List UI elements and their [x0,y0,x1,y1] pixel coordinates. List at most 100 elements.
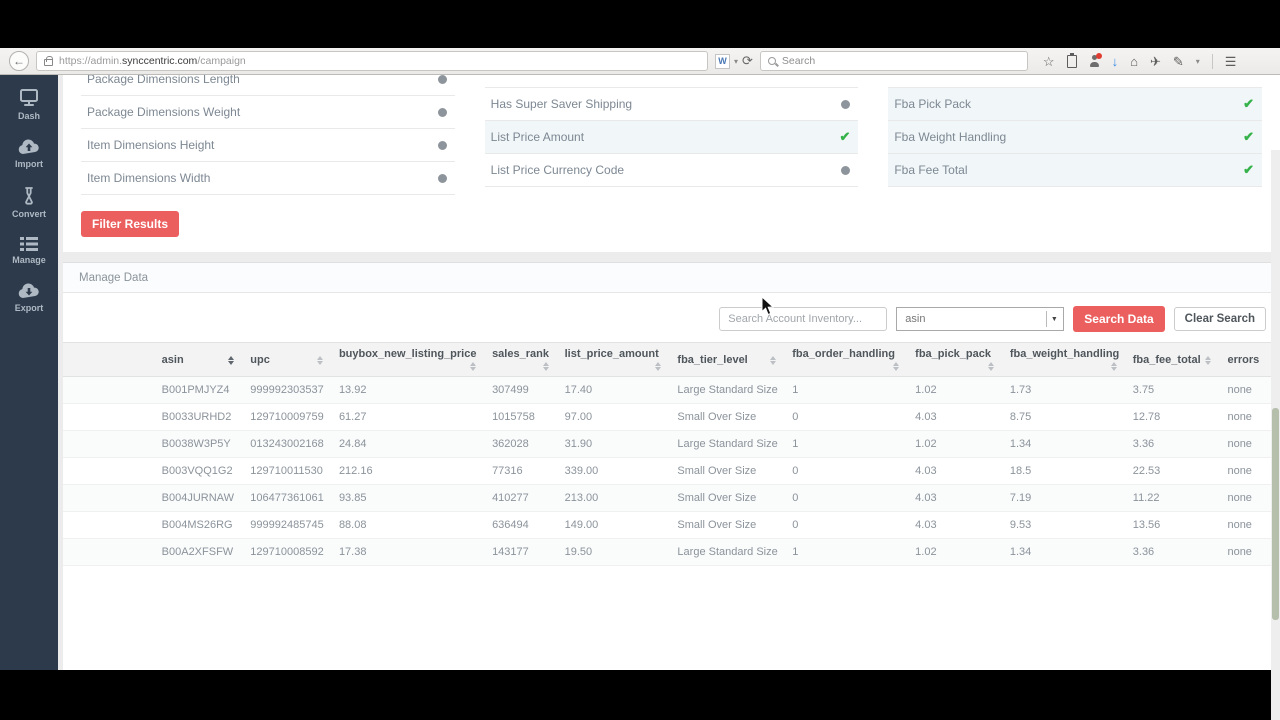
page-scrollbar[interactable] [1271,150,1280,720]
check-icon: ✔ [1243,96,1255,111]
table-row[interactable]: B003VQQ1G2 129710011530 212.16 77316 339.00 S… [63,457,1280,485]
table-head: asin upc buybox_new_listing_price sales_ran… [63,342,1280,377]
account-inventory-search-input[interactable] [719,307,888,331]
cell-fba_pick_pack: 1.02 [907,538,1002,566]
table-row[interactable]: B00A2XFSFW 129710008592 17.38 143177 19.50 La… [63,538,1280,566]
chevron-down-icon[interactable]: ▾ [1196,57,1200,66]
filter-columns: Package Dimensions Length Package Dimensi… [81,75,1263,195]
cell-sales_rank: 362028 [484,430,557,458]
sidebar-item-dash[interactable]: Dash [18,88,40,121]
filter-item-label: Fba Fee Total [894,163,968,177]
cloud-download-icon [17,282,41,300]
clipboard-icon[interactable] [1066,52,1077,68]
column-header-blank [63,342,154,377]
cell-asin: B00A2XFSFW [153,538,243,566]
filter-item[interactable]: Fba Fee Total ✔ [888,154,1263,187]
menu-icon[interactable]: ☰ [1225,55,1237,68]
filter-column-dimensions: Package Dimensions Length Package Dimensi… [81,75,455,195]
sort-icon [987,362,994,371]
chevron-down-icon[interactable]: ▾ [734,57,738,66]
app-window: Dash Import Convert Manage Export Package Di… [0,75,1280,720]
flask-icon [19,186,39,206]
column-header-fba_order_handling[interactable]: fba_order_handling [784,342,908,377]
cell-upc: 129710008592 [242,538,331,566]
cell-upc: 129710009759 [242,403,331,431]
column-header-list_price_amount[interactable]: list_price_amount [556,342,670,377]
filter-item[interactable]: List Price Amount ✔ [484,121,859,154]
url-bar[interactable]: https://admin.synccentric.com/campaign [36,51,708,71]
profile-icon[interactable] [1089,53,1102,67]
sidebar-item-convert[interactable]: Convert [12,186,46,219]
filter-item-clipped [888,75,1263,88]
sidebar-item-manage[interactable]: Manage [12,236,46,265]
table-body: B001PMJYZ4 999992303537 13.92 307499 17.40 La… [63,376,1280,566]
table-row[interactable]: B0038W3P5Y 013243002168 24.84 362028 31.90 La… [63,430,1280,458]
filter-item[interactable]: List Price Currency Code [484,154,859,187]
sort-icon [1205,355,1212,365]
cell-fba_fee_total: 3.75 [1124,376,1220,404]
sidebar-item-label: Dash [17,111,40,121]
home-icon[interactable]: ⌂ [1130,55,1138,68]
downloads-icon[interactable]: ↓ [1112,55,1119,68]
cell-fba_tier_level: Small Over Size [669,511,785,539]
filter-item[interactable]: Has Super Saver Shipping [484,88,859,121]
cell-list_price_amount: 97.00 [556,403,670,431]
column-header-label: fba_order_handling [792,348,895,360]
cell-blank [63,484,154,512]
cell-fba_pick_pack: 4.03 [907,403,1002,431]
browser-search-bar[interactable]: Search [759,51,1028,71]
filter-item-clipped [484,75,859,88]
filter-results-button[interactable]: Filter Results [81,211,180,237]
bookmark-star-icon[interactable]: ☆ [1043,55,1055,68]
reload-icon[interactable]: ⟳ [742,53,753,69]
table-row[interactable]: B0033URHD2 129710009759 61.27 1015758 97.00 S… [63,403,1280,431]
column-header-label: fba_fee_total [1132,353,1201,366]
table-row[interactable]: B004JURNAW 106477361061 93.85 410277 213.00 S… [63,484,1280,512]
search-data-button[interactable]: Search Data [1073,306,1165,332]
filter-item[interactable]: Package Dimensions Weight [81,96,455,129]
column-header-asin[interactable]: asin [153,342,243,377]
column-header-fba_fee_total[interactable]: fba_fee_total [1124,342,1220,377]
toolbar-divider [1211,53,1213,69]
filter-item[interactable]: Package Dimensions Length [81,75,455,96]
filter-item[interactable]: Fba Weight Handling ✔ [888,121,1263,154]
page-action-icon[interactable]: W [715,53,730,69]
cell-fba_fee_total: 13.56 [1124,511,1220,539]
back-button[interactable]: ← [9,51,29,71]
filter-item[interactable]: Fba Pick Pack ✔ [888,88,1263,121]
column-header-buybox_new_listing_price[interactable]: buybox_new_listing_price [330,342,485,377]
table-row[interactable]: B001PMJYZ4 999992303537 13.92 307499 17.40 La… [63,376,1280,404]
clear-search-button[interactable]: Clear Search [1173,307,1266,331]
cell-upc: 999992485745 [242,511,331,539]
column-header-sales_rank[interactable]: sales_rank [484,342,557,377]
scrollbar-thumb[interactable] [1272,408,1279,620]
column-header-upc[interactable]: upc [242,342,331,377]
filter-item[interactable]: Item Dimensions Height [81,129,455,162]
column-header-fba_tier_level[interactable]: fba_tier_level [669,342,785,377]
cell-buybox_new_listing_price: 13.92 [330,376,485,404]
cell-fba_pick_pack: 4.03 [907,511,1002,539]
list-icon [19,236,39,252]
filter-column-fba: Fba Pick Pack ✔ Fba Weight Handling ✔ Fba Fe… [888,75,1263,195]
sidebar-item-import[interactable]: Import [15,138,43,169]
cell-asin: B001PMJYZ4 [153,376,243,404]
sidebar-item-export[interactable]: Export [15,282,43,313]
inventory-table: asin upc buybox_new_listing_price sales_ran… [63,342,1280,566]
filter-item[interactable]: Item Dimensions Width [81,162,455,195]
browser-search-placeholder: Search [781,55,816,67]
edit-icon[interactable]: ✎ [1173,55,1184,68]
cell-fba_order_handling: 1 [784,430,908,458]
column-header-fba_weight_handling[interactable]: fba_weight_handling [1001,342,1125,377]
send-icon[interactable]: ✈ [1150,55,1161,68]
search-icon [767,57,776,65]
column-header-label: errors [1227,353,1260,366]
table-row[interactable]: B004MS26RG 999992485745 88.08 636494 149.00 S… [63,511,1280,539]
dot-icon [841,165,851,175]
cell-fba_tier_level: Large Standard Size [669,430,785,458]
panel-header: Manage Data [63,263,1280,293]
field-select[interactable]: asin ▼ [896,307,1065,331]
cell-blank [63,457,154,485]
column-header-fba_pick_pack[interactable]: fba_pick_pack [907,342,1002,377]
cell-buybox_new_listing_price: 93.85 [330,484,485,512]
cell-fba_order_handling: 1 [784,538,908,566]
